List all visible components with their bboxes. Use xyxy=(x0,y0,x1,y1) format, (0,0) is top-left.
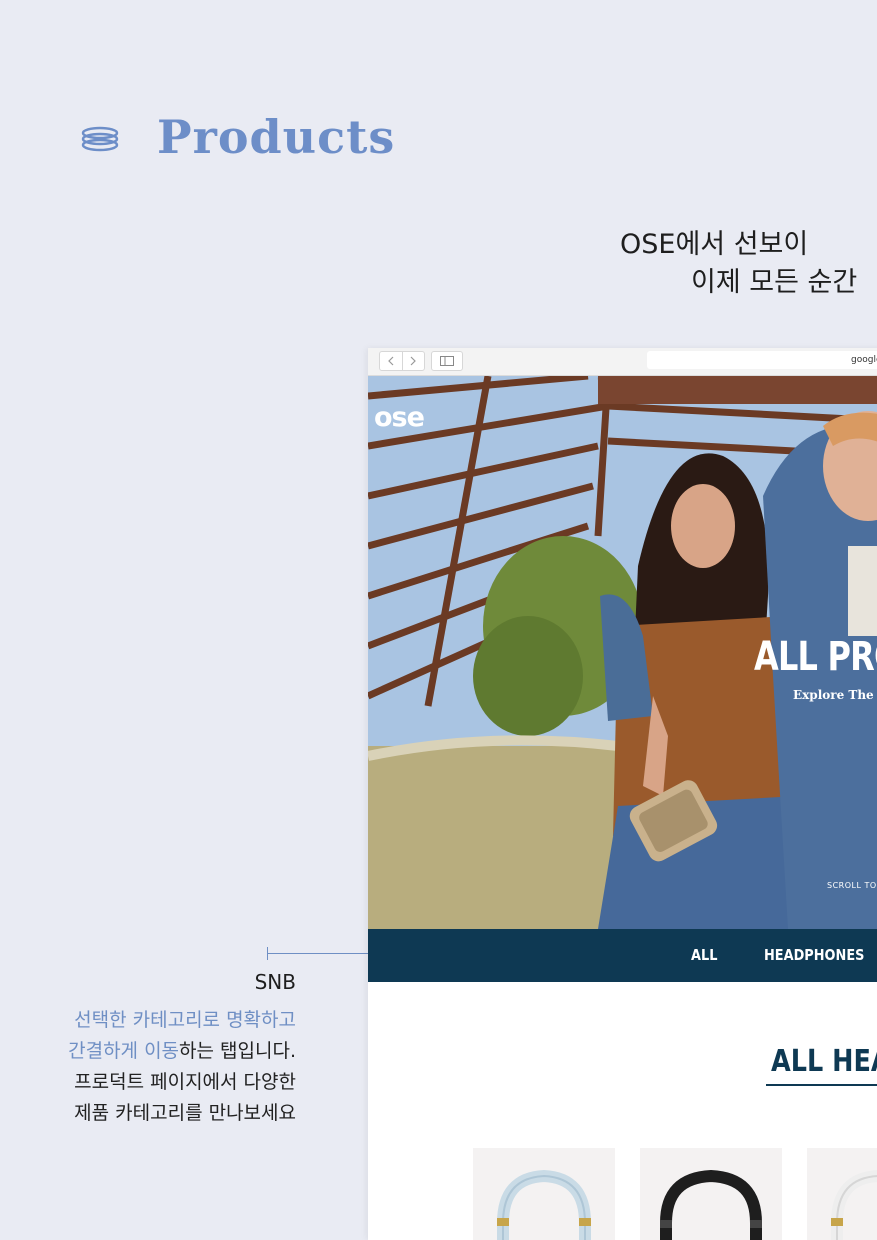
snb-desc-highlight-1: 선택한 카테고리로 명확하고 xyxy=(74,1009,296,1031)
hero-banner: ose ALL PRO Explore The Sig SCROLL TO xyxy=(368,376,877,929)
browser-window: google xyxy=(368,348,877,1240)
intro-line-2: 이제 모든 순간 xyxy=(691,267,858,298)
product-card[interactable] xyxy=(640,1148,782,1240)
intro-text: OSE에서 선보이 이제 모든 순간 xyxy=(620,226,877,302)
snb-desc-line-3: 프로덕트 페이지에서 다양한 xyxy=(74,1071,296,1093)
section-title: ALL HEAD xyxy=(771,1044,877,1079)
page-title: Products xyxy=(157,110,396,164)
product-card[interactable] xyxy=(473,1148,615,1240)
section-title-underline xyxy=(766,1084,877,1086)
back-button[interactable] xyxy=(380,352,402,370)
snb-annotation-description: 선택한 카테고리로 명확하고 간결하게 이동하는 탭입니다. 프로덕트 페이지에… xyxy=(0,1005,296,1129)
headphones-image xyxy=(660,1169,762,1240)
intro-line-1: OSE에서 선보이 xyxy=(620,229,809,260)
layers-icon xyxy=(81,126,119,152)
sidebar-toggle-button[interactable] xyxy=(431,351,463,371)
browser-toolbar: google xyxy=(368,348,877,376)
hero-title: ALL PRO xyxy=(754,634,877,680)
snb-desc-highlight-2: 간결하게 이동 xyxy=(68,1040,180,1062)
forward-button[interactable] xyxy=(401,352,425,370)
nav-button-group xyxy=(379,351,425,371)
brand-logo[interactable]: ose xyxy=(374,402,425,433)
forward-icon xyxy=(410,356,417,366)
snb-tab-headphones[interactable]: HEADPHONES xyxy=(764,946,864,964)
sidebar-icon xyxy=(440,356,454,366)
headphones-image xyxy=(831,1170,877,1240)
headphones-image xyxy=(497,1169,591,1240)
snb-desc-line-4: 제품 카테고리를 만나보세요 xyxy=(74,1102,296,1124)
snb-tab-all[interactable]: ALL xyxy=(691,946,717,964)
hero-subtitle: Explore The Sig xyxy=(793,688,877,702)
product-card[interactable] xyxy=(807,1148,877,1240)
scroll-cue[interactable]: SCROLL TO xyxy=(827,881,877,890)
snb-bar: ALL HEADPHONES xyxy=(368,929,877,982)
url-bar[interactable]: google xyxy=(647,351,877,369)
snb-desc-rest-2: 하는 탭입니다. xyxy=(179,1040,296,1062)
snb-annotation-label: SNB xyxy=(254,970,296,994)
back-icon xyxy=(387,356,394,366)
